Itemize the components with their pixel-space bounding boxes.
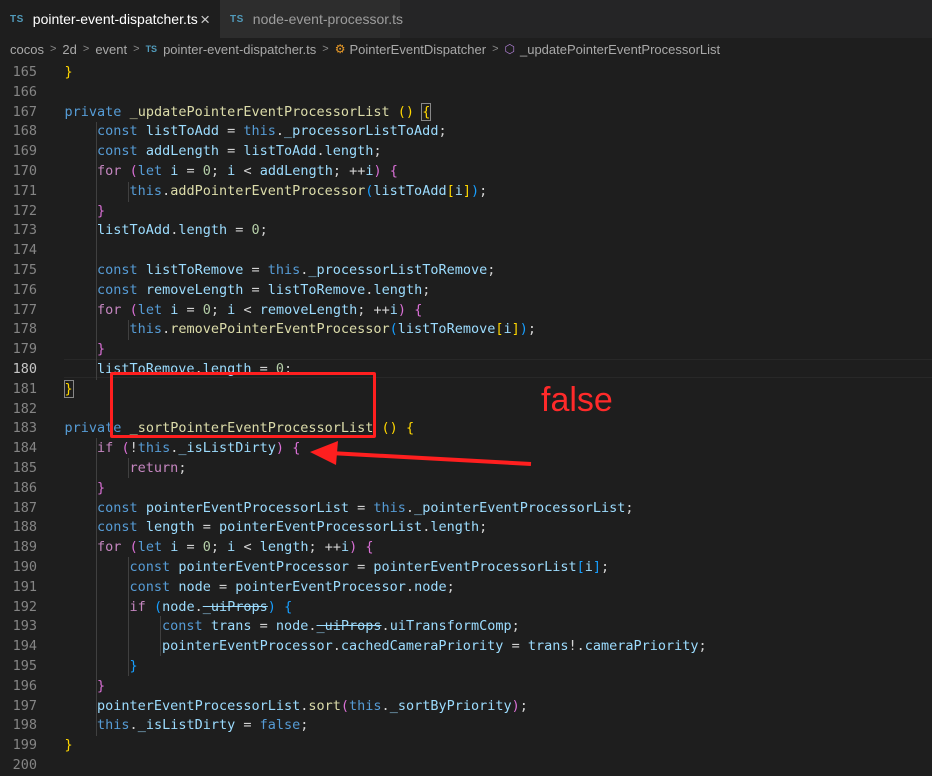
- annotation-label: false: [541, 381, 613, 419]
- annotation-arrow: [310, 441, 532, 466]
